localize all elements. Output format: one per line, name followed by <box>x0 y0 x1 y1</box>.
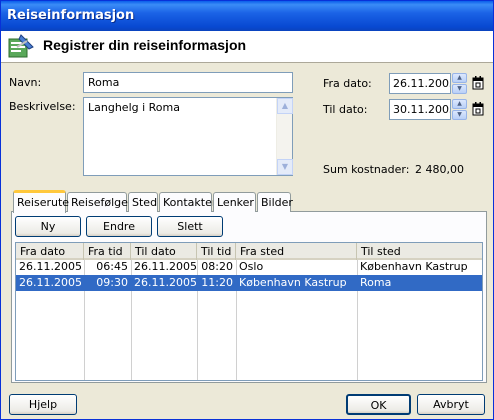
scroll-up-icon[interactable]: ▲ <box>277 98 293 114</box>
ok-button[interactable]: OK <box>346 394 411 415</box>
col-til-sted[interactable]: Til sted <box>357 243 482 260</box>
sum-kostnader-value: 2 480,00 <box>415 163 464 176</box>
hjelp-button[interactable]: Hjelp <box>9 394 77 415</box>
cell-fra-sted: Oslo <box>239 260 264 273</box>
endre-button-label: Endre <box>103 220 135 233</box>
spin-down-icon[interactable]: ▼ <box>452 110 467 120</box>
cell-fra-tid: 06:45 <box>96 260 128 273</box>
dialog-window: Reiseinformasjon Registrer din reiseinfo… <box>0 0 494 420</box>
col-til-tid[interactable]: Til tid <box>197 243 236 260</box>
cell-fra-tid: 09:30 <box>96 276 128 289</box>
tab-kontakter[interactable]: Kontakter <box>159 192 216 212</box>
navn-label: Navn: <box>9 76 42 89</box>
cell-til-dato: 26.11.2005 <box>134 260 197 273</box>
page-title: Registrer din reiseinformasjon <box>43 37 247 53</box>
slett-button-label: Slett <box>177 220 203 233</box>
spin-up-icon[interactable]: ▲ <box>452 99 467 109</box>
navn-input[interactable]: Roma <box>83 72 293 93</box>
tab-label: Kontakter <box>163 196 217 209</box>
tab-label: Sted <box>132 196 158 209</box>
col-fra-tid[interactable]: Fra tid <box>84 243 131 260</box>
endre-button[interactable]: Endre <box>86 216 152 237</box>
col-fra-dato[interactable]: Fra dato <box>16 243 84 260</box>
fra-dato-label: Fra dato: <box>323 77 372 90</box>
reiserute-table[interactable]: Fra dato Fra tid Til dato Til tid Fra st… <box>15 242 483 381</box>
tab-lenker[interactable]: Lenker <box>213 192 256 212</box>
tab-label: Reisefølge <box>71 196 128 209</box>
beskrivelse-text: Langhelg i Roma <box>88 101 180 114</box>
title-bar[interactable]: Reiseinformasjon <box>1 1 493 31</box>
cell-fra-sted: København Kastrup <box>239 276 347 289</box>
scroll-down-icon[interactable]: ▼ <box>277 159 293 175</box>
ny-button-label: Ny <box>40 220 56 233</box>
til-dato-spinner[interactable]: ▲ ▼ <box>452 99 467 120</box>
cell-til-sted: København Kastrup <box>360 260 468 273</box>
tab-sted[interactable]: Sted <box>128 192 158 212</box>
beskrivelse-label: Beskrivelse: <box>9 100 76 113</box>
slett-button[interactable]: Slett <box>157 216 223 237</box>
til-dato-input[interactable]: 30.11.2005 <box>389 99 451 120</box>
calendar-icon[interactable] <box>472 102 484 116</box>
hjelp-button-label: Hjelp <box>28 398 58 411</box>
tab-label: Bilder <box>261 196 293 209</box>
cell-til-tid: 08:20 <box>201 260 233 273</box>
table-row[interactable]: 26.11.2005 06:45 26.11.2005 08:20 Oslo K… <box>16 259 482 275</box>
tab-label: Reiserute <box>17 196 70 209</box>
avbryt-button-label: Avbryt <box>433 398 469 411</box>
calendar-icon[interactable] <box>472 76 484 90</box>
cell-til-tid: 11:20 <box>201 276 233 289</box>
tab-reisefolge[interactable]: Reisefølge <box>67 192 128 212</box>
spin-up-icon[interactable]: ▲ <box>452 73 467 83</box>
sum-kostnader-label: Sum kostnader: <box>323 163 410 176</box>
tab-bilder[interactable]: Bilder <box>257 192 293 212</box>
beskrivelse-scrollbar[interactable]: ▲ ▼ <box>276 98 293 175</box>
fra-dato-spinner[interactable]: ▲ ▼ <box>452 73 467 94</box>
cell-fra-dato: 26.11.2005 <box>19 260 82 273</box>
header-banner: Registrer din reiseinformasjon <box>1 31 493 63</box>
tab-reiserute[interactable]: Reiserute <box>13 190 70 213</box>
travel-form-icon <box>8 34 34 58</box>
cell-til-dato: 26.11.2005 <box>134 276 197 289</box>
spin-down-icon[interactable]: ▼ <box>452 84 467 94</box>
cell-fra-dato: 26.11.2005 <box>19 276 82 289</box>
table-header: Fra dato Fra tid Til dato Til tid Fra st… <box>16 243 482 260</box>
til-dato-label: Til dato: <box>323 103 368 116</box>
col-til-dato[interactable]: Til dato <box>131 243 197 260</box>
tab-label: Lenker <box>217 196 254 209</box>
table-row-selected[interactable]: 26.11.2005 09:30 26.11.2005 11:20 Københ… <box>16 275 482 291</box>
ny-button[interactable]: Ny <box>15 216 81 237</box>
avbryt-button[interactable]: Avbryt <box>417 394 485 415</box>
window-title: Reiseinformasjon <box>7 8 135 23</box>
col-fra-sted[interactable]: Fra sted <box>236 243 357 260</box>
fra-dato-input[interactable]: 26.11.2005 <box>389 73 451 94</box>
ok-button-label: OK <box>370 399 387 412</box>
cell-til-sted: Roma <box>360 276 392 289</box>
beskrivelse-textarea[interactable]: Langhelg i Roma ▲ ▼ <box>83 97 293 176</box>
